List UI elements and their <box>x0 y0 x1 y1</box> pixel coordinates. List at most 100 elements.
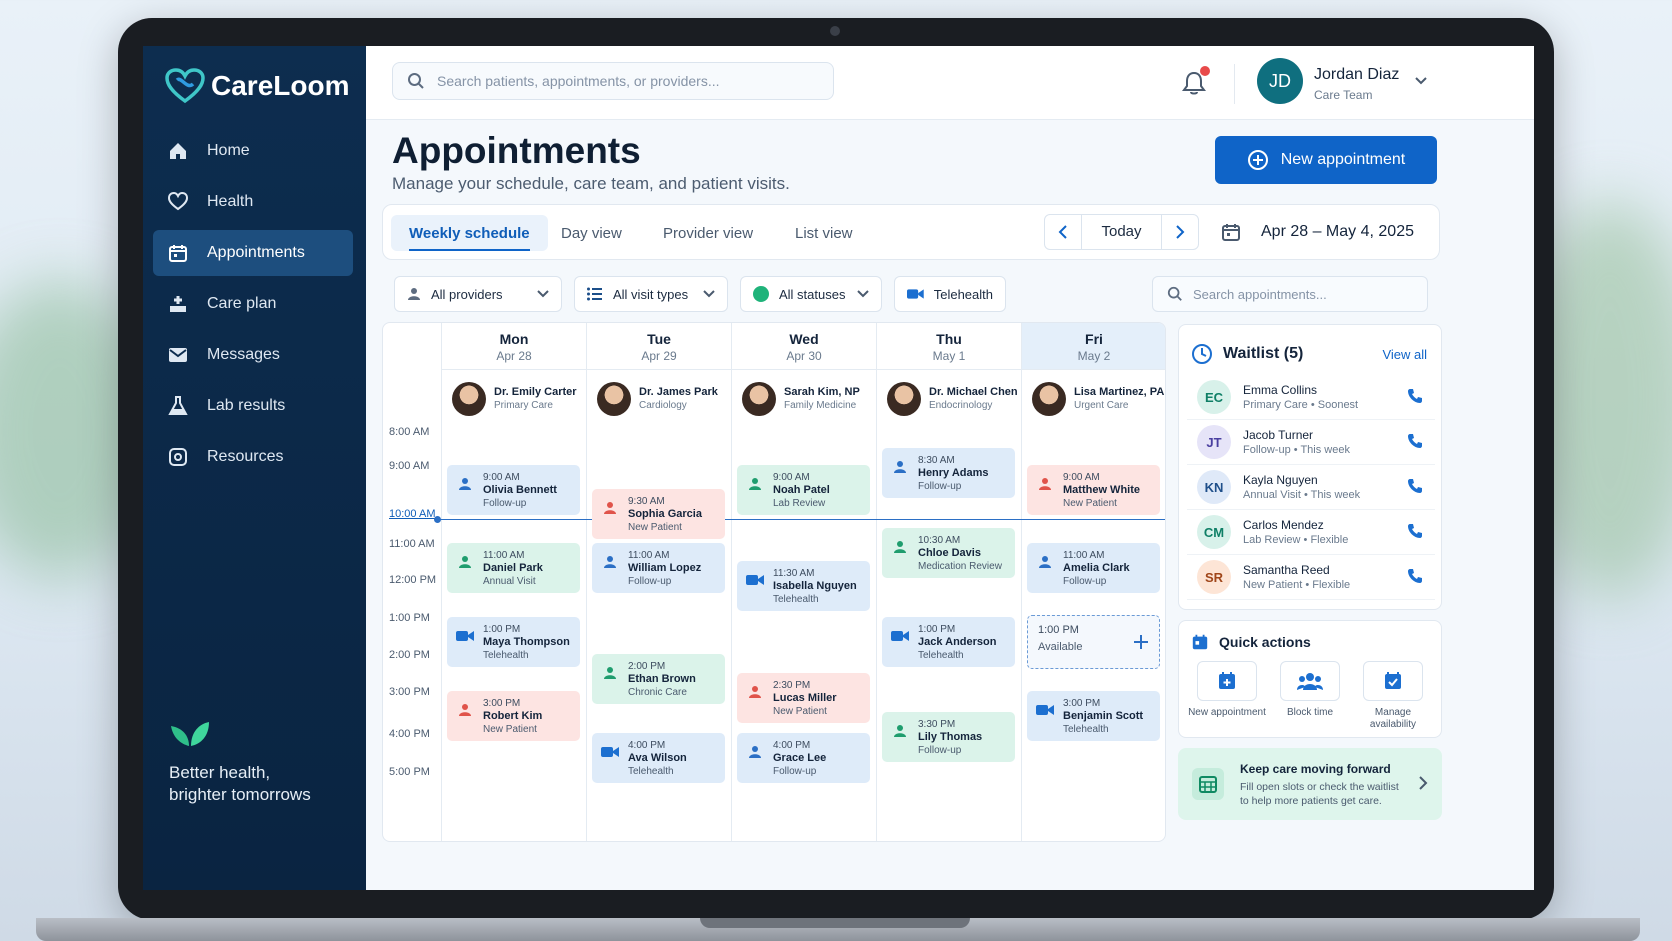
sidebar-item-health[interactable]: Health <box>153 179 353 225</box>
sidebar-item-appointments[interactable]: Appointments <box>153 230 353 276</box>
promo-title: Keep care moving forward <box>1240 762 1391 776</box>
quick-action-label: Block time <box>1286 707 1334 718</box>
person-icon <box>601 664 619 682</box>
chevron-down-icon[interactable] <box>1414 76 1428 86</box>
appointment-card[interactable]: 11:00 AM Daniel Park Annual Visit <box>447 543 580 593</box>
day-header[interactable]: Mon Apr 28 <box>441 323 586 369</box>
appointment-type: New Patient <box>1063 498 1117 509</box>
view-all-link[interactable]: View all <box>1382 347 1427 362</box>
sidebar-item-care-plan[interactable]: Care plan <box>153 281 353 327</box>
providers-filter[interactable]: All providers <box>394 276 562 312</box>
day-header[interactable]: Thu May 1 <box>876 323 1021 369</box>
person-icon <box>456 553 474 571</box>
appointment-card[interactable]: 9:00 AM Olivia Bennett Follow-up <box>447 465 580 515</box>
sidebar-item-lab-results[interactable]: Lab results <box>153 383 353 429</box>
provider-header[interactable]: Lisa Martinez, PA Urgent Care <box>1021 369 1165 427</box>
today-button[interactable]: Today <box>1081 215 1162 249</box>
day-header[interactable]: Wed Apr 30 <box>731 323 876 369</box>
appointment-card[interactable]: 1:00 PM Jack Anderson Telehealth <box>882 617 1015 667</box>
plus-icon[interactable] <box>1133 634 1149 650</box>
appointment-type: Telehealth <box>773 594 819 605</box>
appointment-patient: Daniel Park <box>483 562 543 574</box>
appointment-card[interactable]: 11:30 AM Isabella Nguyen Telehealth <box>737 561 870 611</box>
new-appointment-button[interactable]: New appointment <box>1215 136 1437 184</box>
appointment-card[interactable]: 11:00 AM Amelia Clark Follow-up <box>1027 543 1160 593</box>
app-logo[interactable]: CareLoom <box>165 68 349 104</box>
appointment-card[interactable]: 9:00 AM Matthew White New Patient <box>1027 465 1160 515</box>
calendar-icon <box>167 242 189 264</box>
sidebar-item-resources[interactable]: Resources <box>153 434 353 480</box>
appointment-card[interactable]: 9:00 AM Noah Patel Lab Review <box>737 465 870 515</box>
global-search-input[interactable]: Search patients, appointments, or provid… <box>392 62 834 100</box>
promo-card[interactable]: Keep care moving forward Fill open slots… <box>1178 748 1442 820</box>
phone-icon[interactable] <box>1407 568 1423 589</box>
quick-action-block-time[interactable]: Block time <box>1270 661 1350 719</box>
phone-icon[interactable] <box>1407 523 1423 544</box>
appointment-type: Follow-up <box>628 576 672 587</box>
provider-header[interactable]: Dr. Michael Chen Endocrinology <box>876 369 1021 427</box>
waitlist-panel: Waitlist (5) View all EC Emma Collins Prim… <box>1178 324 1442 610</box>
phone-icon[interactable] <box>1407 388 1423 409</box>
appointment-card[interactable]: 8:30 AM Henry Adams Follow-up <box>882 448 1015 498</box>
appointment-card[interactable]: 3:00 PM Benjamin Scott Telehealth <box>1027 691 1160 741</box>
tab-provider-view[interactable]: Provider view <box>645 215 771 251</box>
statuses-filter[interactable]: All statuses <box>740 276 882 312</box>
appointments-search-input[interactable]: Search appointments... <box>1152 276 1428 312</box>
appointment-card[interactable]: 4:00 PM Grace Lee Follow-up <box>737 733 870 783</box>
available-slot[interactable]: 1:00 PM Available <box>1027 615 1160 669</box>
waitlist-detail: Annual Visit • This week <box>1243 489 1361 501</box>
date-range-picker[interactable]: Apr 28 – May 4, 2025 <box>1221 222 1414 242</box>
appointment-card[interactable]: 9:30 AM Sophia Garcia New Patient <box>592 489 725 539</box>
waitlist-name: Samantha Reed <box>1243 563 1330 577</box>
providers-filter-label: All providers <box>431 286 503 302</box>
user-name[interactable]: Jordan Diaz <box>1314 66 1399 84</box>
visit-types-filter[interactable]: All visit types <box>574 276 728 312</box>
person-icon <box>601 553 619 571</box>
chevron-down-icon <box>537 290 549 298</box>
provider-header[interactable]: Sarah Kim, NP Family Medicine <box>731 369 876 427</box>
day-header[interactable]: Tue Apr 29 <box>586 323 731 369</box>
provider-header[interactable]: Dr. Emily Carter Primary Care <box>441 369 586 427</box>
appointment-card[interactable]: 3:30 PM Lily Thomas Follow-up <box>882 712 1015 762</box>
appointment-card[interactable]: 2:00 PM Ethan Brown Chronic Care <box>592 654 725 704</box>
appointment-card[interactable]: 10:30 AM Chloe Davis Medication Review <box>882 528 1015 578</box>
provider-specialty: Primary Care <box>494 400 553 411</box>
heart-icon <box>167 191 189 213</box>
appointment-card[interactable]: 4:00 PM Ava Wilson Telehealth <box>592 733 725 783</box>
appointment-patient: Amelia Clark <box>1063 562 1130 574</box>
sidebar-item-messages[interactable]: Messages <box>153 332 353 378</box>
phone-icon[interactable] <box>1407 478 1423 499</box>
video-icon <box>907 289 924 299</box>
list-icon <box>587 287 602 301</box>
quick-action-manage-availability[interactable]: Manage availability <box>1353 661 1433 731</box>
next-week-button[interactable] <box>1162 215 1198 249</box>
quick-action-new-appointment[interactable]: New appointment <box>1187 661 1267 719</box>
waitlist-header: Waitlist (5) <box>1191 343 1303 365</box>
appointment-type: New Patient <box>628 522 682 533</box>
laptop-notch <box>700 918 970 928</box>
waitlist-item[interactable]: CM Carlos Mendez Lab Review • Flexible <box>1187 510 1435 555</box>
day-header[interactable]: Fri May 2 <box>1021 323 1165 369</box>
tab-day-view[interactable]: Day view <box>543 215 640 251</box>
appointment-card[interactable]: 3:00 PM Robert Kim New Patient <box>447 691 580 741</box>
waitlist-item[interactable]: KN Kayla Nguyen Annual Visit • This week <box>1187 465 1435 510</box>
appointment-card[interactable]: 2:30 PM Lucas Miller New Patient <box>737 672 870 723</box>
waitlist-item[interactable]: EC Emma Collins Primary Care • Soonest <box>1187 375 1435 420</box>
phone-icon[interactable] <box>1407 433 1423 454</box>
quick-actions-title: Quick actions <box>1219 634 1311 650</box>
tab-weekly-schedule[interactable]: Weekly schedule <box>391 215 548 251</box>
search-icon <box>408 73 424 89</box>
waitlist-item[interactable]: JT Jacob Turner Follow-up • This week <box>1187 420 1435 465</box>
prev-week-button[interactable] <box>1045 215 1081 249</box>
appointment-time: 4:00 PM <box>628 740 666 751</box>
waitlist-item[interactable]: SR Samantha Reed New Patient • Flexible <box>1187 555 1435 600</box>
appointment-card[interactable]: 1:00 PM Maya Thompson Telehealth <box>447 617 580 667</box>
waitlist-name: Kayla Nguyen <box>1243 473 1318 487</box>
sidebar-item-home[interactable]: Home <box>153 128 353 174</box>
tab-list-view[interactable]: List view <box>777 215 871 251</box>
telehealth-filter[interactable]: Telehealth <box>894 276 1006 312</box>
appointment-card[interactable]: 11:00 AM William Lopez Follow-up <box>592 543 725 593</box>
user-avatar[interactable]: JD <box>1257 58 1303 104</box>
time-label: 5:00 PM <box>389 766 430 778</box>
provider-header[interactable]: Dr. James Park Cardiology <box>586 369 731 427</box>
